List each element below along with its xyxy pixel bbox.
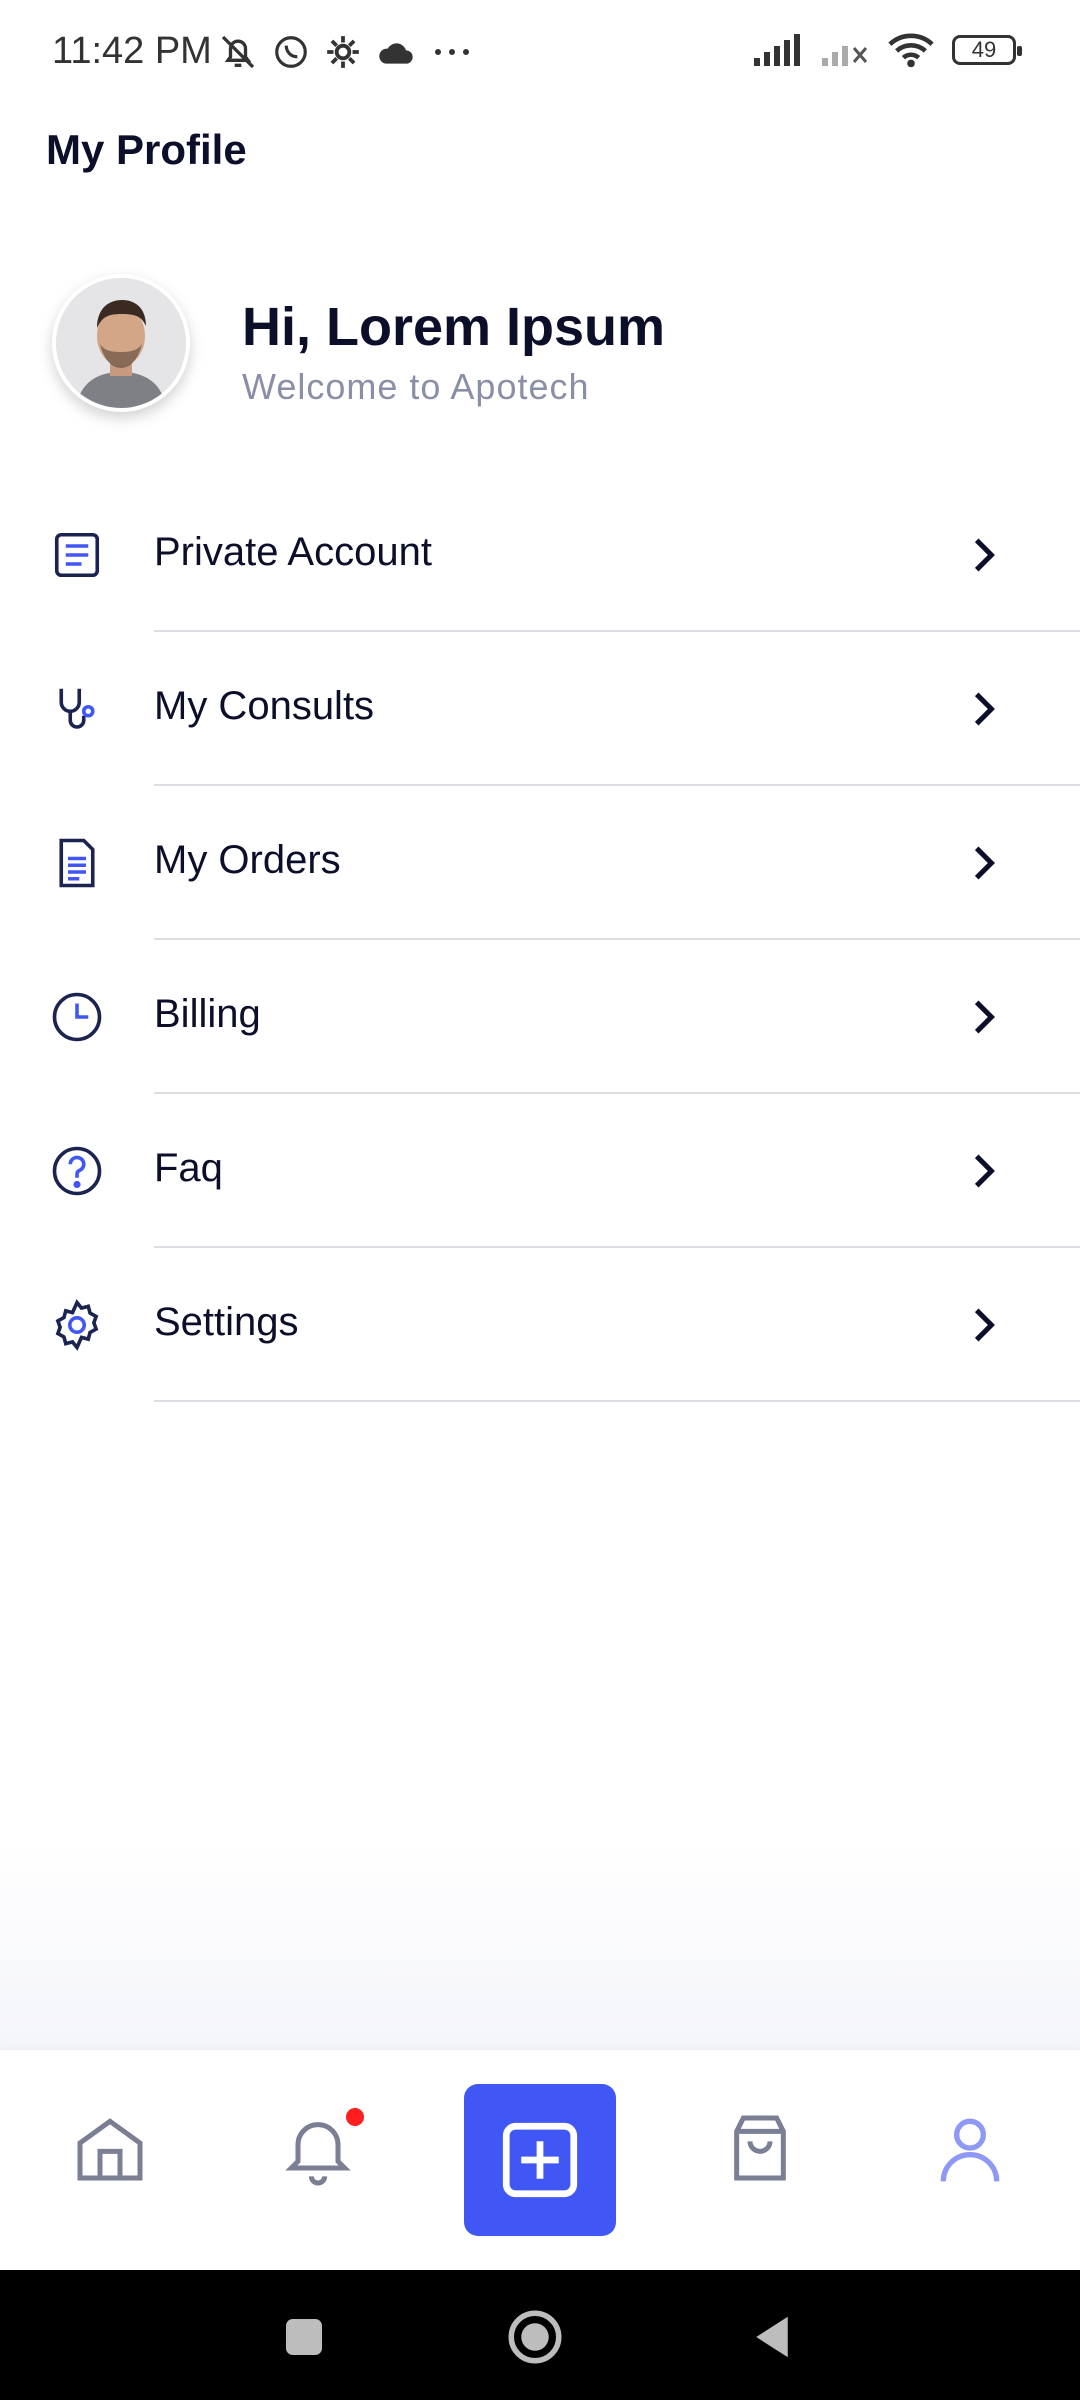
back-icon[interactable]: [745, 2310, 799, 2364]
bottom-nav: [0, 2050, 1080, 2270]
home-icon[interactable]: [70, 2108, 150, 2188]
notification-badge: [346, 2108, 364, 2126]
add-button[interactable]: [464, 2084, 616, 2236]
stethoscope-icon: [59, 688, 95, 729]
cloud-icon: [379, 43, 413, 64]
chevron-right-icon: [974, 846, 995, 880]
avatar[interactable]: [52, 274, 190, 412]
notifications-button[interactable]: [278, 2108, 364, 2188]
profile-icon[interactable]: [930, 2108, 1010, 2188]
chevron-right-icon: [974, 692, 995, 726]
chevron-right-icon: [974, 538, 995, 572]
status-notification-icons: [218, 32, 474, 72]
chevron-right-icon: [974, 1154, 995, 1188]
clock-icon: [52, 992, 102, 1042]
menu-item-settings[interactable]: Settings: [0, 1248, 1080, 1402]
signal-no-service-icon: [822, 46, 868, 66]
page-title: My Profile: [46, 126, 247, 173]
wifi-icon: [888, 33, 934, 68]
menu-item-faq[interactable]: Faq: [0, 1094, 1080, 1248]
profile-menu: Private Account My Consults My Orders Bi…: [0, 478, 1080, 1402]
signal-icon: [754, 34, 800, 66]
avatar-photo: [56, 278, 186, 408]
document-list-icon: [54, 532, 100, 578]
whatsapp-icon: [275, 36, 307, 68]
receipt-icon: [59, 838, 95, 888]
home-system-icon[interactable]: [505, 2307, 565, 2367]
menu-item-my-consults[interactable]: My Consults: [0, 632, 1080, 786]
shopping-bag-icon[interactable]: [720, 2108, 800, 2188]
background-fade: [0, 1840, 1080, 2050]
menu-item-label: My Consults: [154, 684, 375, 728]
status-bar: 11:42 PM 49: [0, 0, 1080, 100]
menu-item-private-account[interactable]: Private Account: [0, 478, 1080, 632]
settings-status-icon: [327, 36, 359, 68]
status-system-icons: 49: [752, 32, 1022, 68]
profile-subtitle: Welcome to Apotech: [242, 366, 590, 407]
menu-item-label: Private Account: [154, 530, 432, 574]
menu-item-billing[interactable]: Billing: [0, 940, 1080, 1094]
battery-level: 49: [971, 37, 997, 62]
menu-item-label: Faq: [154, 1146, 223, 1190]
menu-item-my-orders[interactable]: My Orders: [0, 786, 1080, 940]
add-icon: [502, 2122, 578, 2198]
battery-icon: 49: [952, 35, 1022, 65]
profile-greeting: Hi, Lorem Ipsum: [242, 297, 666, 357]
gear-icon: [55, 1299, 99, 1351]
status-time: 11:42 PM: [52, 30, 212, 72]
system-nav-bar: [0, 2270, 1080, 2400]
chevron-right-icon: [974, 1308, 995, 1342]
more-dots-icon: [435, 49, 469, 55]
chevron-right-icon: [974, 1000, 995, 1034]
mute-bell-icon: [221, 35, 255, 69]
menu-item-label: Settings: [154, 1300, 299, 1344]
menu-item-label: Billing: [154, 992, 261, 1036]
recents-icon[interactable]: [277, 2310, 331, 2364]
help-circle-icon: [52, 1146, 102, 1196]
menu-item-label: My Orders: [154, 838, 341, 882]
divider: [154, 1400, 1080, 1402]
